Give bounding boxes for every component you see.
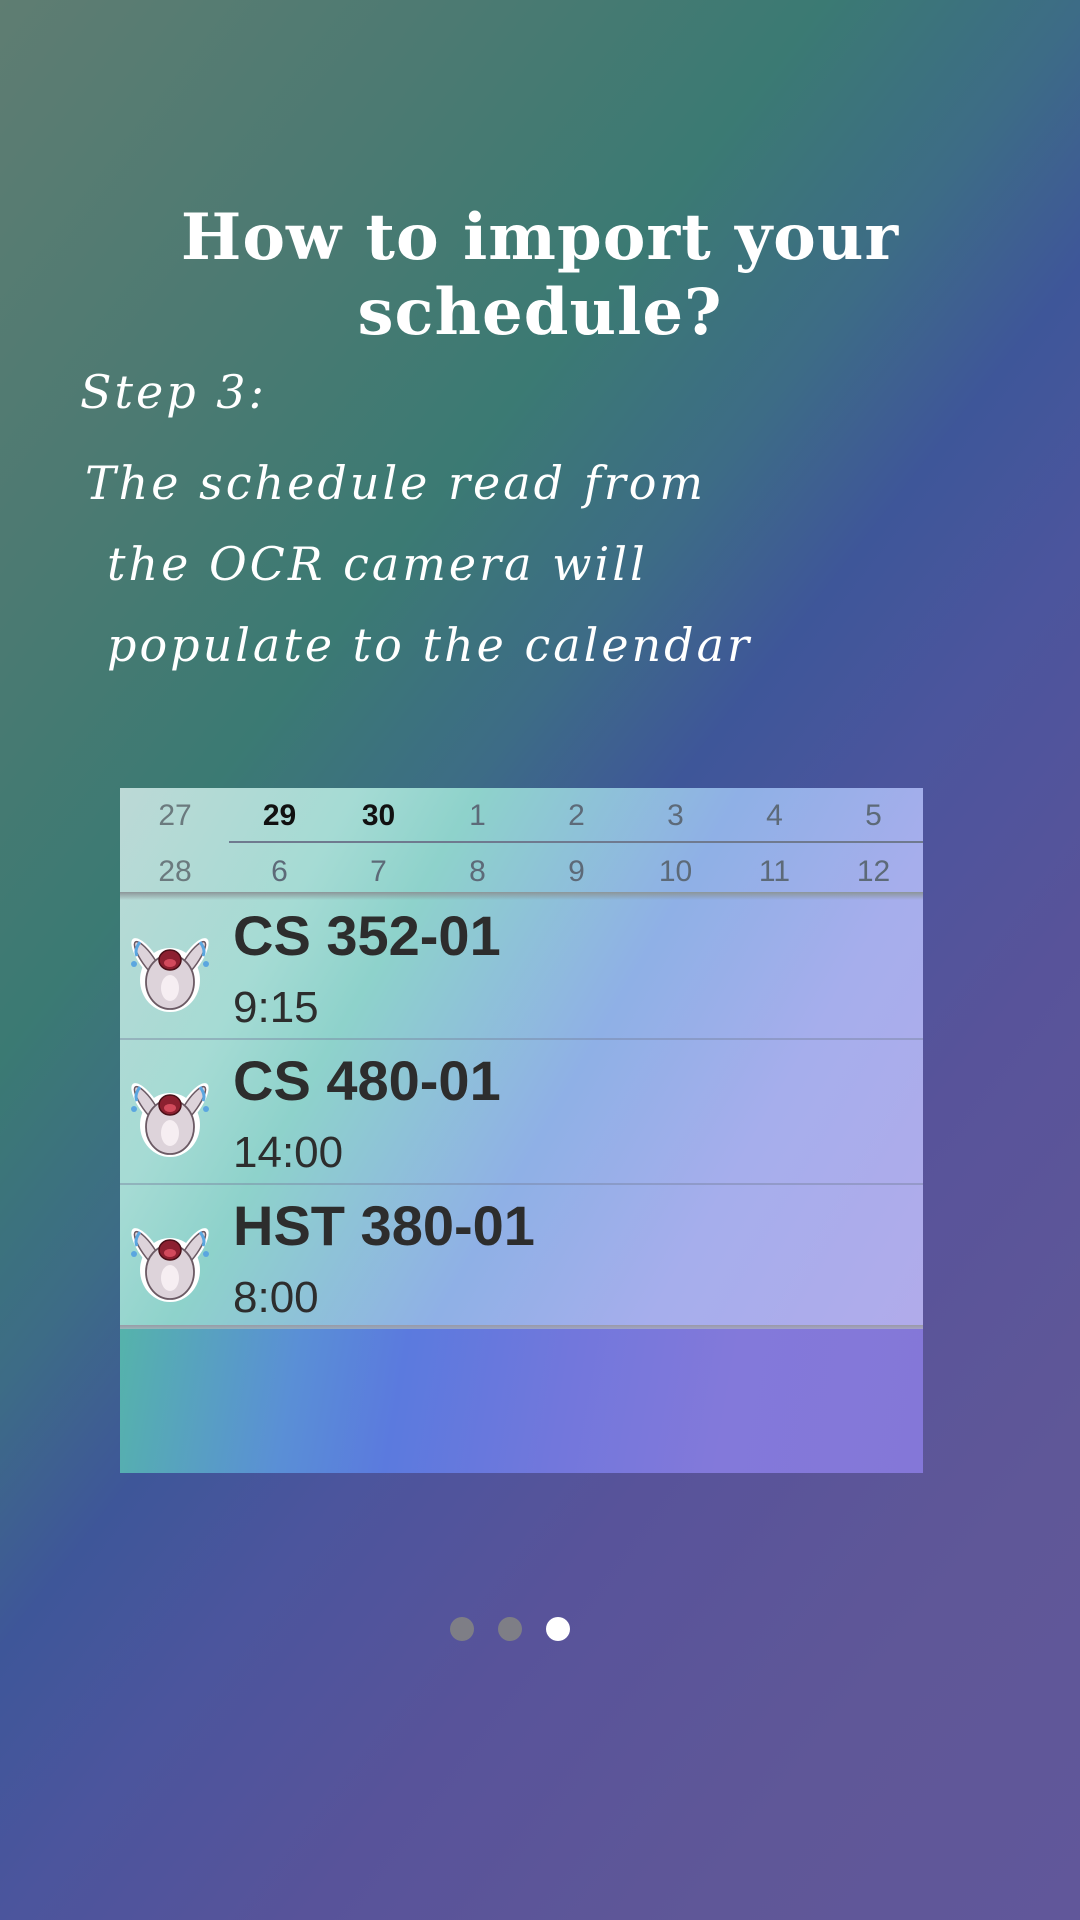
- calendar-day: 29: [262, 799, 297, 832]
- calendar-day: 10: [658, 855, 693, 888]
- event-item: CS 352-01 9:15: [120, 895, 923, 1040]
- calendar-row: 28 6 7 8 9 10 11 12: [120, 844, 923, 899]
- calendar-divider: [229, 841, 923, 843]
- page-dot-1[interactable]: [450, 1617, 474, 1641]
- calendar-week-header: 27 29 30 1 2 3 4 5 28 6 7 8 9 10 11 12: [120, 788, 923, 900]
- event-name: CS 480-01: [233, 1049, 501, 1112]
- calendar-day: 11: [758, 855, 791, 888]
- calendar-day: 3: [667, 799, 684, 832]
- step-description: The schedule read from the OCR camera wi…: [85, 443, 752, 686]
- calendar-day: 5: [865, 799, 882, 832]
- page-title: How to import your schedule?: [180, 200, 900, 350]
- empty-area: [120, 1329, 923, 1473]
- event-name: CS 352-01: [233, 904, 501, 967]
- event-time: 9:15: [233, 983, 319, 1032]
- event-time: 8:00: [233, 1273, 319, 1322]
- page-indicator[interactable]: [450, 1617, 570, 1641]
- crying-bunny-icon: [131, 938, 209, 1012]
- description-line: populate to the calendar: [107, 618, 753, 672]
- calendar-day: 7: [370, 855, 387, 888]
- step-label: Step 3:: [80, 365, 268, 419]
- calendar-day: 4: [766, 799, 783, 832]
- page-dot-3-active[interactable]: [546, 1617, 570, 1641]
- calendar-day: 2: [568, 799, 585, 832]
- description-line: the OCR camera will: [107, 537, 648, 591]
- calendar-day: 28: [158, 855, 192, 888]
- event-item: CS 480-01 14:00: [120, 1040, 923, 1185]
- event-time: 14:00: [233, 1128, 344, 1177]
- calendar-day: 1: [469, 799, 486, 832]
- crying-bunny-icon: [131, 1228, 209, 1302]
- description-line: The schedule read from: [85, 456, 707, 510]
- calendar-row: 27 29 30 1 2 3 4 5: [120, 788, 923, 843]
- event-item: HST 380-01 8:00: [120, 1185, 923, 1330]
- calendar-day: 30: [361, 799, 396, 832]
- calendar-preview-image: 27 29 30 1 2 3 4 5 28 6 7 8 9 10 11 12 C…: [120, 788, 923, 1473]
- event-name: HST 380-01: [233, 1194, 535, 1257]
- page-dot-2[interactable]: [498, 1617, 522, 1641]
- calendar-day: 8: [469, 855, 486, 888]
- calendar-day: 9: [568, 855, 585, 888]
- calendar-day: 6: [271, 855, 288, 888]
- calendar-day: 27: [158, 799, 192, 832]
- calendar-day: 12: [856, 855, 891, 888]
- crying-bunny-icon: [131, 1083, 209, 1157]
